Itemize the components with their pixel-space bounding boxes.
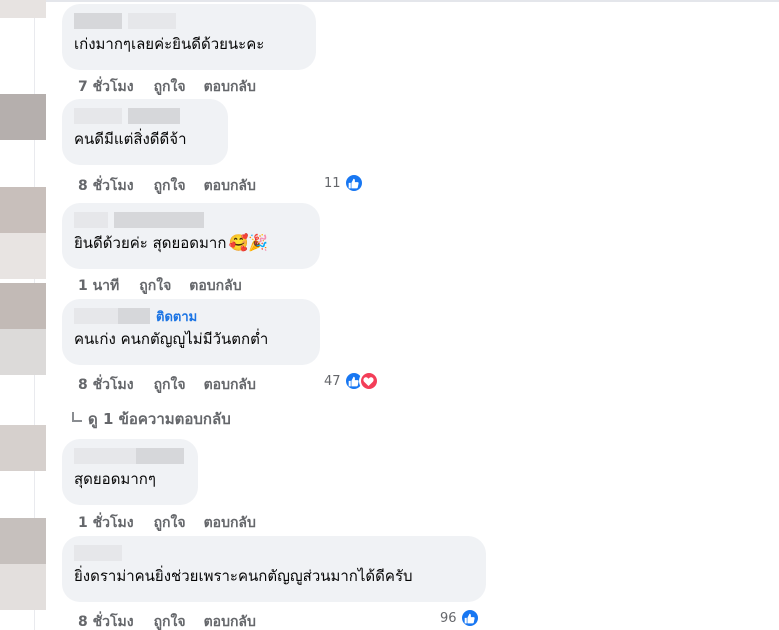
avatar[interactable] — [0, 283, 46, 375]
comment-text: ยินดีด้วยค่ะ สุดยอดมาก 🥰🎉 — [74, 233, 269, 252]
avatar[interactable] — [0, 94, 46, 140]
comment-bubble: สุดยอดมากๆ — [62, 439, 198, 505]
reply-button[interactable]: ตอบกลับ — [204, 611, 256, 630]
author-name[interactable] — [74, 211, 308, 229]
comment-bubble: ยินดีด้วยค่ะ สุดยอดมาก 🥰🎉 — [62, 203, 320, 269]
comment-actions: 7 ชั่วโมง ถูกใจ ตอบกลับ — [78, 76, 274, 98]
comment-actions: 1 นาที ถูกใจ ตอบกลับ — [78, 275, 260, 297]
reply-button[interactable]: ตอบกลับ — [189, 275, 241, 297]
reaction-summary[interactable]: 47 — [324, 371, 379, 391]
timestamp[interactable]: 8 ชั่วโมง — [78, 374, 134, 396]
thumbs-up-icon — [459, 608, 480, 628]
author-name[interactable] — [118, 308, 150, 324]
like-button[interactable]: ถูกใจ — [139, 275, 171, 297]
avatar[interactable] — [0, 425, 46, 471]
comment-bubble: เก่งมากๆเลยค่ะยินดีด้วยนะคะ — [62, 4, 316, 70]
timestamp[interactable]: 7 ชั่วโมง — [78, 76, 134, 98]
avatar[interactable] — [0, 187, 46, 279]
reaction-count: 47 — [324, 373, 341, 389]
author-name[interactable] — [74, 12, 304, 30]
like-button[interactable]: ถูกใจ — [154, 611, 186, 630]
timestamp[interactable]: 8 ชั่วโมง — [78, 611, 134, 630]
avatar[interactable] — [0, 518, 46, 610]
comment-actions: 8 ชั่วโมง ถูกใจ ตอบกลับ — [78, 611, 274, 630]
author-name[interactable] — [74, 107, 216, 125]
thumbs-up-icon — [343, 173, 364, 193]
comment-bubble: ยิ่งดราม่าคนยิ่งช่วยเพราะคนกตัญญูส่วนมาก… — [62, 536, 486, 602]
comment-text: คนเก่ง คนกตัญญูไม่มีวันตกต่ำ — [74, 330, 269, 348]
comment-bubble: คนดีมีแต่สิ่งดีดีจ้า — [62, 99, 228, 165]
like-button[interactable]: ถูกใจ — [154, 374, 186, 396]
like-button[interactable]: ถูกใจ — [154, 76, 186, 98]
emoji-icon: 🥰🎉 — [228, 233, 269, 252]
comment-actions: 8 ชั่วโมง ถูกใจ ตอบกลับ — [78, 175, 274, 197]
author-name[interactable] — [74, 447, 186, 465]
timestamp[interactable]: 1 นาที — [78, 275, 119, 297]
reply-button[interactable]: ตอบกลับ — [204, 175, 256, 197]
reply-button[interactable]: ตอบกลับ — [204, 76, 256, 98]
like-button[interactable]: ถูกใจ — [154, 175, 186, 197]
reaction-summary[interactable]: 96 — [440, 608, 480, 628]
timestamp[interactable]: 8 ชั่วโมง — [78, 175, 134, 197]
avatar[interactable] — [0, 0, 46, 46]
author-name[interactable] — [74, 544, 474, 562]
reaction-count: 96 — [440, 610, 457, 626]
follow-link[interactable]: ติดตาม — [156, 306, 197, 327]
like-button[interactable]: ถูกใจ — [154, 512, 186, 534]
reply-button[interactable]: ตอบกลับ — [204, 512, 256, 534]
comment-text: คนดีมีแต่สิ่งดีดีจ้า — [74, 130, 187, 148]
reaction-summary[interactable]: 11 — [324, 173, 364, 193]
reaction-count: 11 — [324, 175, 341, 191]
reply-arrow-icon — [72, 412, 82, 422]
comment-text: สุดยอดมากๆ — [74, 470, 156, 488]
view-replies-link[interactable]: ดู 1 ข้อความตอบกลับ — [72, 407, 231, 431]
comment-text: เก่งมากๆเลยค่ะยินดีด้วยนะคะ — [74, 35, 265, 53]
comment-bubble: ติดตาม คนเก่ง คนกตัญญูไม่มีวันตกต่ำ — [62, 299, 320, 365]
comment-actions: 1 ชั่วโมง ถูกใจ ตอบกลับ — [78, 512, 274, 534]
top-divider — [0, 0, 779, 2]
comment-actions: 8 ชั่วโมง ถูกใจ ตอบกลับ — [78, 374, 274, 396]
heart-icon — [358, 371, 379, 391]
timestamp[interactable]: 1 ชั่วโมง — [78, 512, 134, 534]
comment-text: ยิ่งดราม่าคนยิ่งช่วยเพราะคนกตัญญูส่วนมาก… — [74, 567, 413, 585]
author-name[interactable] — [74, 308, 118, 324]
reply-button[interactable]: ตอบกลับ — [204, 374, 256, 396]
